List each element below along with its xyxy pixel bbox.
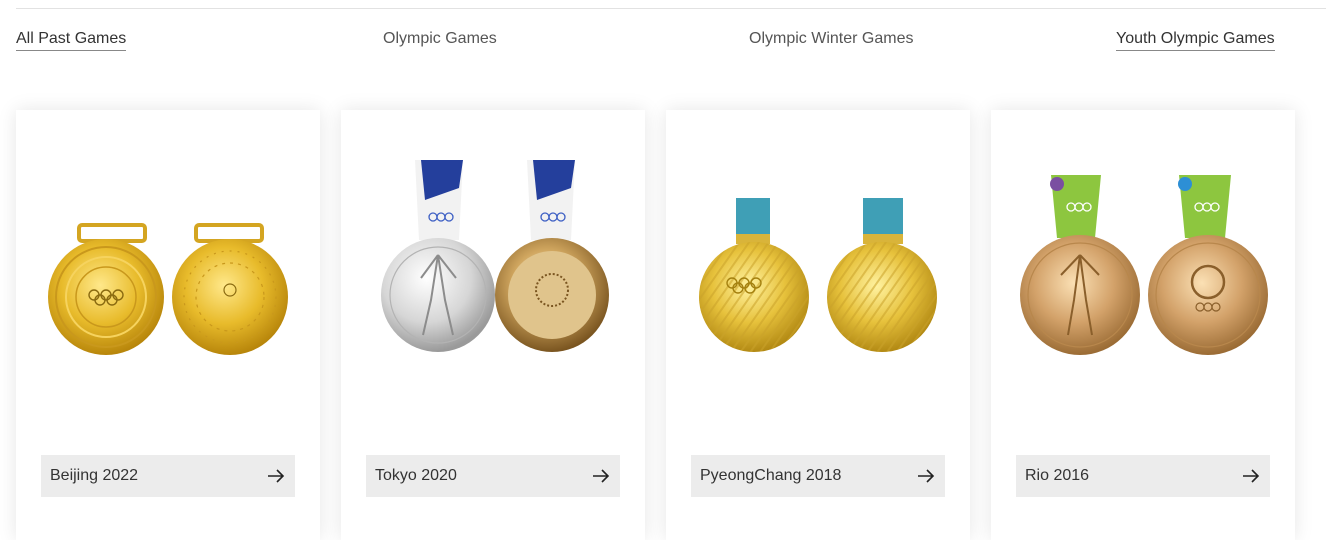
games-link-pyeongchang-2018[interactable]: PyeongChang 2018 — [691, 455, 945, 497]
games-card-rio-2016[interactable]: Rio 2016 — [991, 110, 1295, 540]
games-link-beijing-2022[interactable]: Beijing 2022 — [41, 455, 295, 497]
filter-olympic-games[interactable]: Olympic Games — [383, 29, 497, 49]
arrow-right-icon — [918, 469, 935, 483]
arrow-right-icon — [1243, 469, 1260, 483]
games-link-label: Rio 2016 — [1025, 467, 1090, 484]
medal-cards: Beijing 2022 Tokyo 2020 PyeongChang 2018… — [0, 110, 1330, 540]
games-link-rio-2016[interactable]: Rio 2016 — [1016, 455, 1270, 497]
medal-image-tokyo-2020 — [381, 160, 609, 352]
filter-all-past-games[interactable]: All Past Games — [16, 29, 127, 51]
games-filter-tabs: All Past Games Olympic Games Olympic Win… — [0, 0, 1330, 60]
games-card-pyeongchang-2018[interactable]: PyeongChang 2018 — [666, 110, 970, 540]
games-card-tokyo-2020[interactable]: Tokyo 2020 — [341, 110, 645, 540]
medal-image-beijing-2022 — [48, 223, 288, 355]
filter-olympic-winter-games[interactable]: Olympic Winter Games — [749, 29, 913, 49]
medal-image-rio-2016 — [1020, 175, 1268, 355]
games-link-tokyo-2020[interactable]: Tokyo 2020 — [366, 455, 620, 497]
medal-image-pyeongchang-2018 — [699, 198, 937, 352]
games-link-label: Tokyo 2020 — [375, 467, 457, 484]
arrow-right-icon — [593, 469, 610, 483]
games-link-label: PyeongChang 2018 — [700, 467, 842, 484]
games-link-label: Beijing 2022 — [50, 467, 139, 484]
games-card-beijing-2022[interactable]: Beijing 2022 — [16, 110, 320, 540]
arrow-right-icon — [268, 469, 285, 483]
filter-youth-olympic-games[interactable]: Youth Olympic Games — [1116, 29, 1275, 51]
